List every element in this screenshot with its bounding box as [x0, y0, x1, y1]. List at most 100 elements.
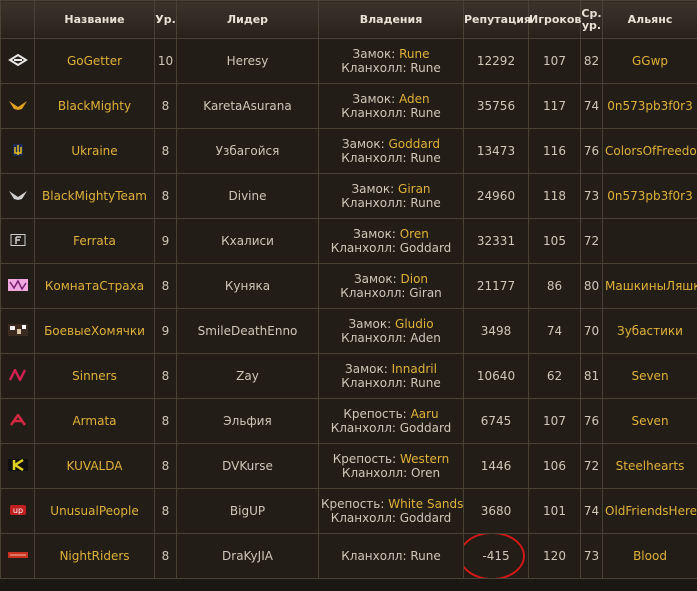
clan-name[interactable]: KUVALDA [34, 443, 155, 489]
header-reputation[interactable]: Репутация [463, 0, 531, 39]
clan-name[interactable]: Sinners [34, 353, 155, 399]
clan-alliance[interactable]: GGwp [602, 38, 697, 84]
holding-castle-label: Замок: [341, 137, 385, 151]
clan-name[interactable]: BlackMighty [34, 83, 155, 129]
clan-leader[interactable]: KaretaAsurana [176, 83, 319, 129]
clan-leader[interactable]: Куняка [176, 263, 319, 309]
clan-reputation: 1446 [463, 443, 529, 489]
clan-alliance[interactable]: Seven [602, 353, 697, 399]
holding-clanhall-value: Rune [410, 151, 441, 165]
clan-alliance[interactable]: OldFriendsHere [602, 488, 697, 534]
clan-name[interactable]: Ferrata [34, 218, 155, 264]
clan-alliance[interactable]: 0n573pb3f0r3 [602, 173, 697, 219]
holding-castle-line: Замок: Oren [353, 227, 429, 241]
holding-castle-label: Замок: [345, 362, 388, 376]
clan-name[interactable]: Ukraine [34, 128, 155, 174]
table-row: up UnusualPeople 8 BigUP Крепость: White… [0, 488, 697, 534]
table-row: Ukraine 8 Узбагойся Замок: Goddard Кланхо… [0, 128, 697, 174]
clan-name[interactable]: КомнатаСтраха [34, 263, 155, 309]
clan-alliance[interactable]: Blood [602, 533, 697, 579]
clan-leader[interactable]: SmileDeathEnno [176, 308, 319, 354]
clan-holdings: Замок: Oren Кланхолл: Goddard [318, 218, 464, 264]
holding-castle-value[interactable]: Oren [400, 227, 429, 241]
holding-castle-value[interactable]: Giran [398, 182, 431, 196]
holding-clanhall-label: Кланхолл: [330, 511, 396, 525]
clan-alliance[interactable]: 0n573pb3f0r3 [602, 83, 697, 129]
clan-leader[interactable]: Divine [176, 173, 319, 219]
clan-avg-level: 73 [580, 173, 603, 219]
holding-castle-line: Замок: Giran [351, 182, 430, 196]
holding-castle-line: Крепость: White Sands [321, 497, 463, 511]
clan-alliance[interactable]: МашкиныЛяшки [602, 263, 697, 309]
clan-leader[interactable]: Узбагойся [176, 128, 319, 174]
clan-level: 8 [154, 398, 177, 444]
clan-leader[interactable]: Кхалиси [176, 218, 319, 264]
clan-leader[interactable]: Heresy [176, 38, 319, 84]
holding-castle-value[interactable]: Innadril [392, 362, 437, 376]
clan-holdings: Замок: Gludio Кланхолл: Aden [318, 308, 464, 354]
holding-castle-label: Замок: [351, 182, 395, 196]
clan-avg-level: 74 [580, 83, 603, 129]
header-level[interactable]: Ур. [154, 0, 177, 39]
holding-castle-label: Крепость: [343, 407, 407, 421]
clan-leader[interactable]: BigUP [176, 488, 319, 534]
clan-leader[interactable]: Zay [176, 353, 319, 399]
clan-leader[interactable]: Эльфия [176, 398, 319, 444]
clan-players: 107 [528, 38, 581, 84]
clan-ranking-table: Название Ур. Лидер Владения Репутация Иг… [0, 0, 697, 579]
clan-alliance[interactable] [602, 218, 697, 264]
holding-castle-value[interactable]: Rune [399, 47, 429, 61]
holding-clanhall-label: Кланхолл: [341, 196, 407, 210]
holding-castle-value[interactable]: Aden [399, 92, 430, 106]
header-leader[interactable]: Лидер [176, 0, 319, 39]
letter-n-icon [8, 366, 28, 383]
clan-reputation: 24960 [463, 173, 529, 219]
clan-alliance[interactable]: ColorsOfFreedom [602, 128, 697, 174]
clan-leader[interactable]: DVKurse [176, 443, 319, 489]
header-avg-level[interactable]: Ср. ур. [580, 0, 603, 39]
clan-avg-level: 82 [580, 38, 603, 84]
holding-castle-value[interactable]: Gludio [395, 317, 434, 331]
header-name[interactable]: Название [34, 0, 155, 39]
clan-name[interactable]: NightRiders [34, 533, 155, 579]
holding-castle-value[interactable]: Goddard [388, 137, 440, 151]
holding-clanhall-value: Rune [410, 549, 441, 563]
clan-level: 9 [154, 218, 177, 264]
clan-emblem-cell [0, 308, 35, 354]
clan-holdings: Замок: Rune Кланхолл: Rune [318, 38, 464, 84]
holding-clanhall-line: Кланхолл: Giran [340, 286, 442, 300]
clan-players: 118 [528, 173, 581, 219]
clan-reputation: 3680 [463, 488, 529, 534]
holding-castle-value[interactable]: Aaru [411, 407, 439, 421]
clan-holdings: Крепость: White Sands Кланхолл: Goddard [318, 488, 464, 534]
holding-clanhall-value: Oren [410, 466, 441, 480]
header-holdings[interactable]: Владения [318, 0, 464, 39]
stripe-icon [7, 549, 28, 561]
clan-name[interactable]: UnusualPeople [34, 488, 155, 534]
table-header-row: Название Ур. Лидер Владения Репутация Иг… [0, 0, 697, 39]
clan-alliance[interactable]: Steelhearts [602, 443, 697, 489]
holding-castle-value[interactable]: Dion [401, 272, 429, 286]
holding-castle-value[interactable]: White Sands [388, 497, 462, 511]
clan-holdings: Крепость: Aaru Кланхолл: Goddard [318, 398, 464, 444]
clan-level: 8 [154, 353, 177, 399]
clan-alliance[interactable]: Seven [602, 398, 697, 444]
clan-emblem-cell: up [0, 488, 35, 534]
clan-name[interactable]: Armata [34, 398, 155, 444]
holding-clanhall-label: Кланхолл: [341, 106, 407, 120]
clan-leader[interactable]: DraKyJIA [176, 533, 319, 579]
clan-name[interactable]: GoGetter [34, 38, 155, 84]
header-avg-level-line2: ур. [581, 18, 602, 32]
holding-clanhall-value: Goddard [399, 511, 452, 525]
holding-clanhall-label: Кланхолл: [341, 61, 407, 75]
holding-castle-label: Замок: [348, 317, 392, 331]
header-players[interactable]: Игроков [528, 0, 581, 39]
header-alliance[interactable]: Альянс [602, 0, 697, 39]
clan-alliance[interactable]: Зубастики [602, 308, 697, 354]
clan-avg-level: 73 [580, 533, 603, 579]
holding-castle-value[interactable]: Western [400, 452, 449, 466]
red-circle-annotation [464, 534, 526, 578]
clan-name[interactable]: BlackMightyTeam [34, 173, 155, 219]
clan-reputation: 32331 [463, 218, 529, 264]
clan-name[interactable]: БоевыеХомячки [34, 308, 155, 354]
